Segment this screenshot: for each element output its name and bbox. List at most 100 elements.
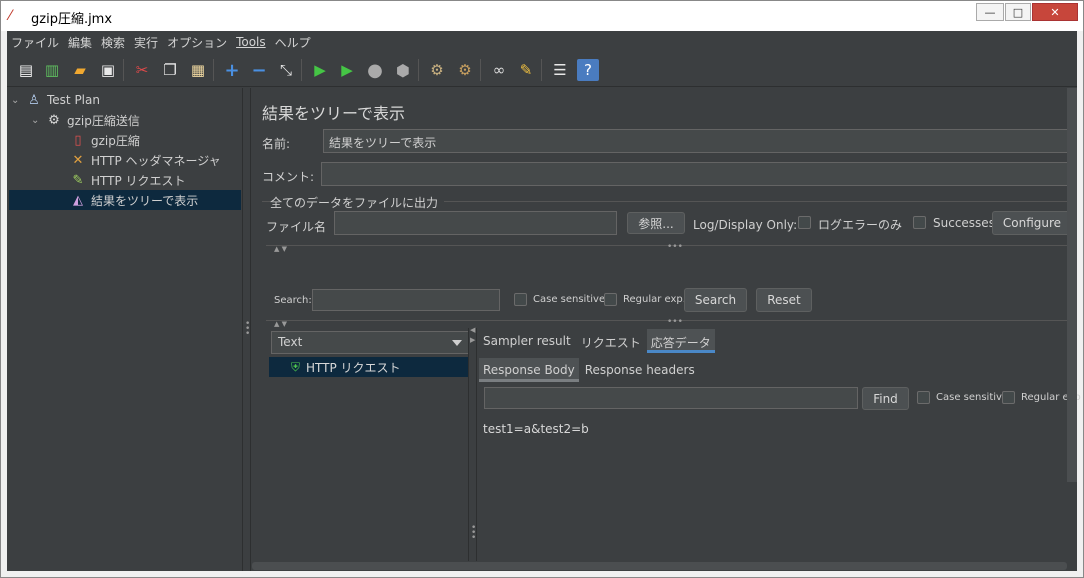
horizontal-scrollbar[interactable] (252, 562, 1067, 570)
tree-item-test-plan[interactable]: ⌄ ♙ Test Plan (11, 90, 100, 110)
errors-only-label: ログエラーのみ (818, 218, 903, 232)
start-icon[interactable]: ▶ (309, 59, 331, 81)
tools-icon: ✕ (72, 152, 84, 168)
vertical-scrollbar[interactable] (1067, 88, 1077, 482)
save-icon[interactable]: ▣ (97, 59, 119, 81)
render-mode-select[interactable]: Text (271, 331, 469, 354)
configure-button[interactable]: Configure (992, 211, 1072, 235)
splitter-grip-icon[interactable]: ••• (667, 318, 683, 327)
reset-search-broom-icon[interactable]: ✎ (515, 59, 537, 81)
splitter-grip-icon[interactable]: ••• (667, 243, 683, 252)
find-input[interactable] (484, 387, 858, 409)
regexp-label: Regular exp. (623, 294, 686, 305)
toggle-icon[interactable]: ⤡ (275, 59, 297, 81)
stop-icon[interactable]: ● (364, 59, 386, 81)
menu-edit[interactable]: 編集 (68, 34, 92, 51)
view-results-tree-panel: 結果をツリーで表示 名前: 結果をツリーで表示 コメント: 全てのデータをファイ… (252, 88, 1081, 571)
errors-only-checkbox[interactable] (798, 216, 811, 229)
find-regexp-checkbox[interactable] (1002, 391, 1015, 404)
toolbar: ▤ ▥ ▰ ▣ ✂ ❐ ▦ + − ⤡ ▶ ▶ ● ⬢ ⚙ ⚙ ∞ ✎ ☰ ? (7, 53, 1077, 87)
response-body-text[interactable]: test1=a&test2=b (483, 422, 589, 436)
result-list-item[interactable]: ⛨ HTTP リクエスト (269, 357, 469, 377)
start-no-pause-icon[interactable]: ▶ (336, 59, 358, 81)
name-field[interactable]: 結果をツリーで表示 (323, 129, 1077, 153)
menu-options[interactable]: オプション (167, 34, 227, 51)
tree-item-label: Test Plan (47, 93, 100, 107)
regexp-checkbox[interactable] (604, 293, 617, 306)
success-shield-icon: ⛨ (291, 359, 301, 374)
collapse-arrows-icon[interactable]: ◀ ▶ (470, 327, 475, 344)
chevron-down-icon[interactable]: ⌄ (11, 95, 25, 106)
successes-checkbox[interactable] (913, 216, 926, 229)
tab-sampler-result[interactable]: Sampler result (479, 329, 575, 353)
search-button[interactable]: Search (684, 288, 747, 312)
help-icon[interactable]: ? (577, 59, 599, 81)
collapse-icon[interactable]: − (248, 59, 270, 81)
menu-file[interactable]: ファイル (11, 34, 59, 51)
splitter-grip-icon: • • • (471, 523, 477, 543)
templates-icon[interactable]: ▥ (41, 59, 63, 81)
cut-icon[interactable]: ✂ (131, 59, 153, 81)
menu-search[interactable]: 検索 (101, 34, 125, 51)
pen-icon: ✎ (72, 172, 84, 188)
window-title: gzip圧縮.jmx (31, 12, 113, 27)
expand-icon[interactable]: + (221, 59, 243, 81)
maximize-button[interactable]: □ (1005, 3, 1031, 21)
tree-item-thread-group[interactable]: ⌄ ⚙ gzip圧縮送信 (31, 110, 140, 130)
jmeter-app: ファイル 編集 検索 実行 オプション Tools ヘルプ ▤ ▥ ▰ ▣ ✂ … (7, 31, 1081, 571)
paste-icon[interactable]: ▦ (187, 59, 209, 81)
menu-help[interactable]: ヘルプ (275, 34, 311, 51)
new-icon[interactable]: ▤ (15, 59, 37, 81)
filename-label: ファイル名 (266, 220, 327, 234)
menu-tools[interactable]: Tools (236, 35, 266, 49)
tab-request[interactable]: リクエスト (577, 329, 645, 353)
app-window: ⁄ gzip圧縮.jmx — □ ✕ ファイル 編集 検索 実行 オプション T… (0, 0, 1084, 578)
response-subtabs: Response Body Response headers (479, 358, 701, 382)
menu-run[interactable]: 実行 (134, 34, 158, 51)
tab-response-data[interactable]: 応答データ (646, 329, 715, 353)
reset-button[interactable]: Reset (756, 288, 812, 312)
tree-item-view-results-tree[interactable]: ◭ 結果をツリーで表示 (9, 190, 241, 210)
toolbar-separator (541, 59, 542, 81)
main-splitter[interactable]: • • • (243, 88, 251, 571)
browse-button[interactable]: 参照... (627, 212, 685, 234)
find-button[interactable]: Find (862, 387, 909, 410)
clear-all-icon[interactable]: ⚙ (454, 59, 476, 81)
name-label: 名前: (262, 137, 291, 151)
function-helper-icon[interactable]: ☰ (549, 59, 571, 81)
tab-response-headers[interactable]: Response headers (581, 358, 699, 382)
tab-response-body[interactable]: Response Body (479, 358, 579, 382)
collapse-arrows-icon[interactable]: ▲ ▼ (274, 246, 287, 253)
tree-item-label: HTTP リクエスト (91, 173, 186, 188)
search-label: Search: (274, 295, 312, 306)
tree-item-gzip[interactable]: ▯ gzip圧縮 (69, 130, 140, 150)
case-sensitive-checkbox[interactable] (514, 293, 527, 306)
shutdown-icon[interactable]: ⬢ (392, 59, 414, 81)
tree-item-header-manager[interactable]: ✕ HTTP ヘッダマネージャ (69, 150, 221, 170)
tree-item-label: HTTP ヘッダマネージャ (91, 153, 221, 168)
results-splitter[interactable]: ◀ ▶ • • • (468, 327, 477, 571)
toolbar-separator (213, 59, 214, 81)
case-sensitive-label: Case sensitive (533, 294, 606, 305)
comment-label: コメント: (262, 170, 315, 184)
comment-field[interactable] (321, 162, 1077, 186)
toolbar-separator (301, 59, 302, 81)
tree-item-label: gzip圧縮 (91, 133, 140, 148)
close-button[interactable]: ✕ (1032, 3, 1078, 21)
minimize-button[interactable]: — (976, 3, 1004, 21)
search-binoculars-icon[interactable]: ∞ (488, 59, 510, 81)
chart-icon: ◭ (73, 192, 83, 208)
log-display-label: Log/Display Only: (693, 218, 798, 232)
filename-field[interactable] (334, 211, 617, 235)
copy-icon[interactable]: ❐ (159, 59, 181, 81)
gear-icon: ⚙ (48, 112, 60, 128)
tree-item-http-request[interactable]: ✎ HTTP リクエスト (69, 170, 186, 190)
file-section-label: 全てのデータをファイルに出力 (270, 196, 439, 210)
chevron-down-icon[interactable]: ⌄ (31, 115, 45, 126)
collapse-arrows-icon[interactable]: ▲ ▼ (274, 321, 287, 328)
find-case-sensitive-checkbox[interactable] (917, 391, 930, 404)
open-icon[interactable]: ▰ (69, 59, 91, 81)
search-input[interactable] (312, 289, 500, 311)
tree-item-label: 結果をツリーで表示 (91, 193, 199, 208)
clear-icon[interactable]: ⚙ (426, 59, 448, 81)
